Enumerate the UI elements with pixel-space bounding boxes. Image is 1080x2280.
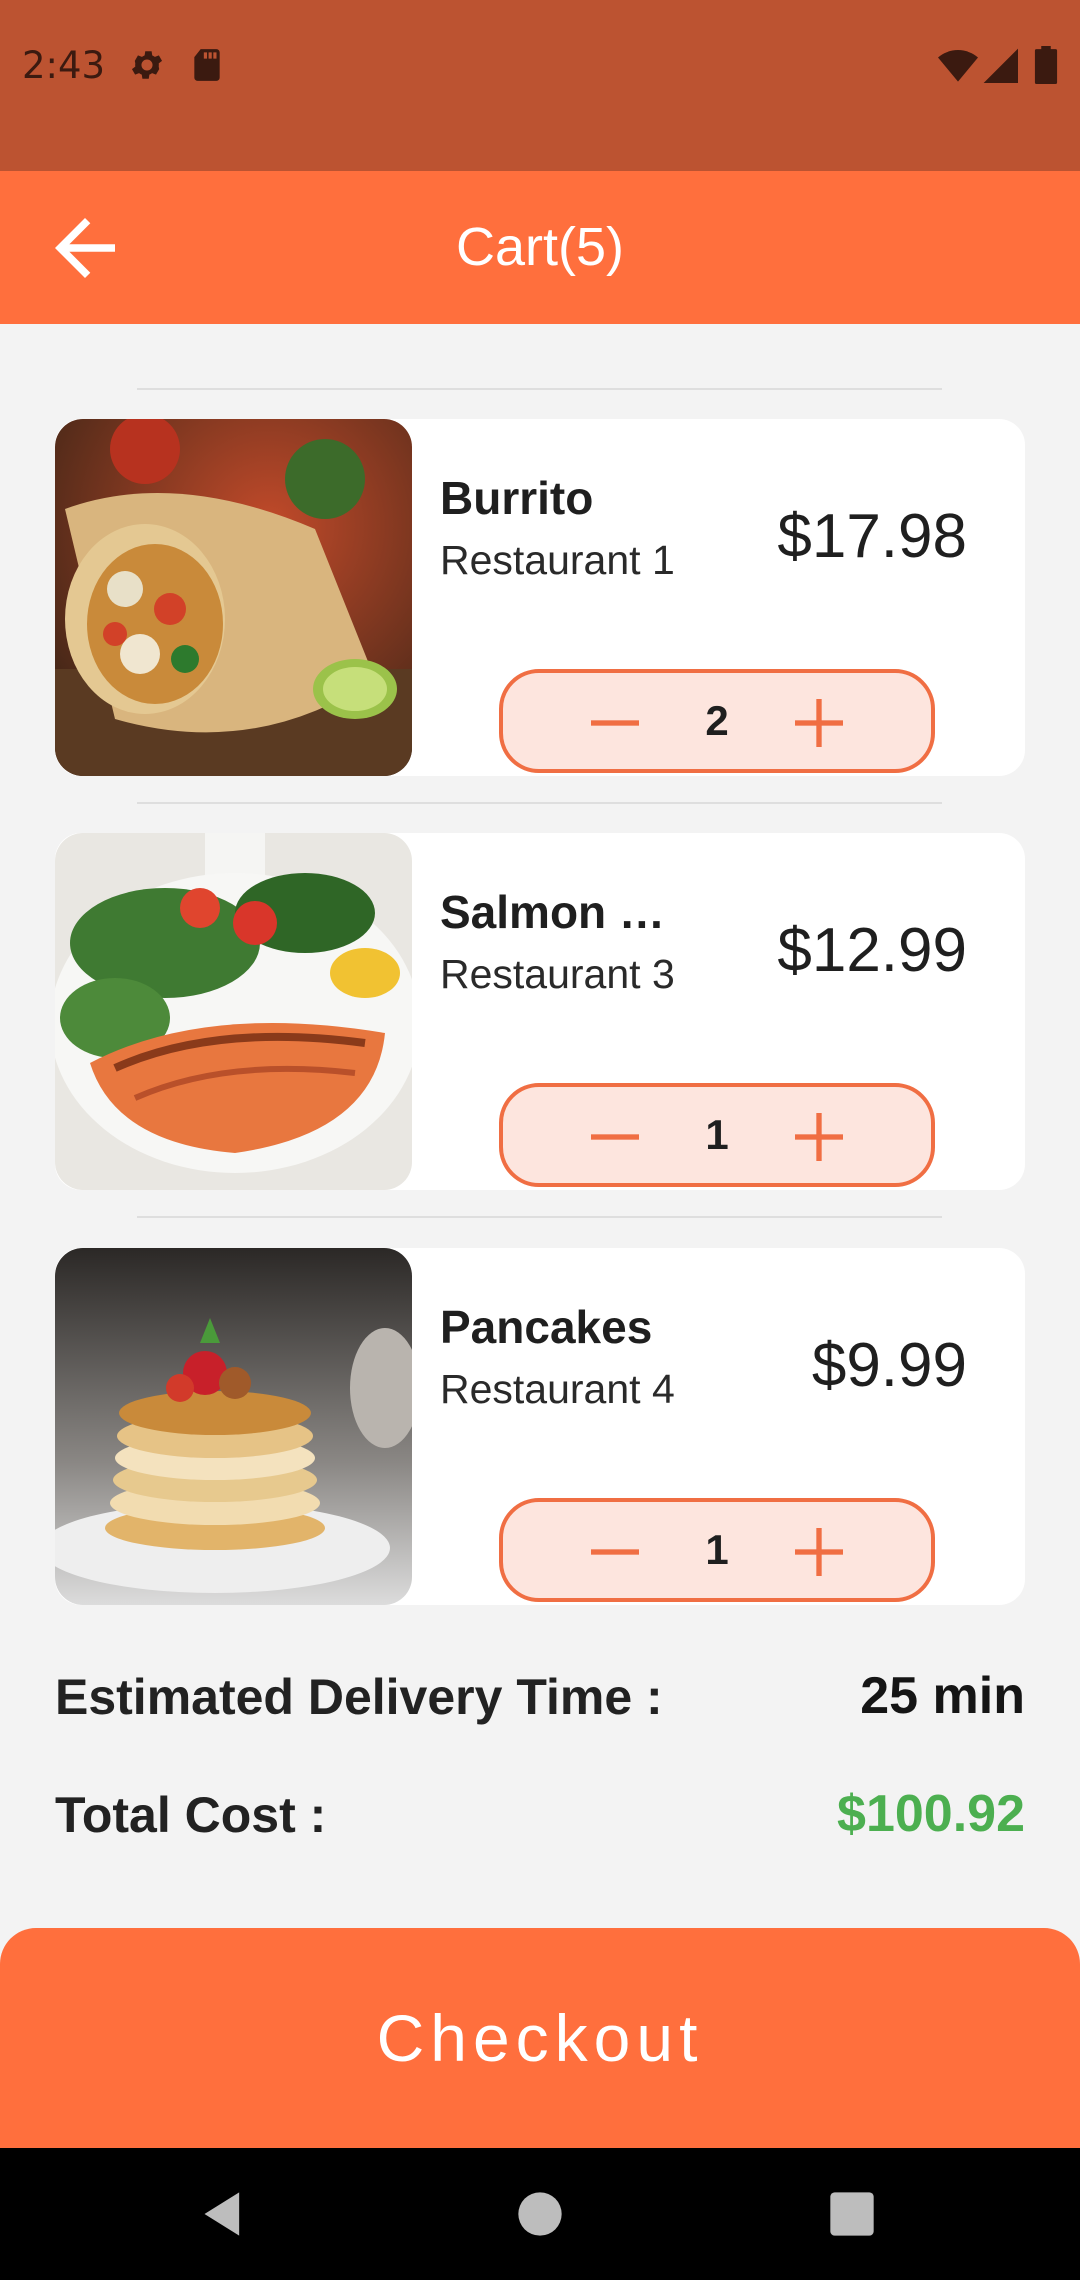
quantity-value: 1	[705, 1111, 729, 1158]
item-price: $12.99	[777, 916, 967, 985]
status-bar: 2:43	[0, 0, 1080, 171]
settings-icon	[131, 51, 163, 79]
nav-back-button[interactable]	[198, 2188, 250, 2240]
cart-item: Burrito Restaurant 1 $17.98 2	[55, 419, 1025, 776]
cart-list[interactable]: Burrito Restaurant 1 $17.98 2 Salmon … R…	[0, 324, 1080, 1624]
increase-button[interactable]	[787, 1520, 851, 1584]
quantity-stepper: 1	[499, 1498, 935, 1602]
quantity-stepper: 1	[499, 1083, 935, 1187]
status-time: 2:43	[22, 44, 106, 87]
cell-signal-icon	[983, 48, 1018, 83]
food-image-salmon	[55, 833, 412, 1190]
item-price: $17.98	[777, 502, 967, 571]
item-restaurant: Restaurant 3	[440, 951, 675, 997]
plus-icon	[795, 1528, 843, 1576]
battery-icon	[1034, 46, 1058, 84]
nav-home-button[interactable]	[514, 2188, 566, 2240]
circle-home-icon	[518, 2192, 562, 2236]
cart-item: Salmon … Restaurant 3 $12.99 1	[55, 833, 1025, 1190]
item-name: Pancakes	[440, 1301, 653, 1353]
nav-recents-button[interactable]	[826, 2188, 878, 2240]
divider	[137, 802, 942, 804]
item-restaurant: Restaurant 4	[440, 1366, 675, 1412]
quantity-value: 2	[705, 697, 729, 744]
total-cost-label: Total Cost :	[55, 1787, 327, 1843]
item-price: $9.99	[811, 1331, 967, 1400]
triangle-back-icon	[204, 2192, 240, 2236]
plus-icon	[795, 699, 843, 747]
divider	[137, 1216, 942, 1218]
item-name: Salmon …	[440, 886, 665, 938]
checkout-button[interactable]: Checkout	[0, 1928, 1080, 2148]
sd-card-icon	[194, 49, 220, 81]
navigation-bar	[0, 2148, 1080, 2280]
app-bar: Cart(5)	[0, 171, 1080, 324]
plus-icon	[795, 1113, 843, 1161]
square-recents-icon	[830, 2192, 874, 2236]
total-cost-value: $100.92	[837, 1785, 1025, 1843]
food-image-burrito	[55, 419, 412, 776]
increase-button[interactable]	[787, 1105, 851, 1169]
wifi-icon	[938, 50, 978, 82]
item-restaurant: Restaurant 1	[440, 537, 675, 583]
divider	[137, 388, 942, 390]
cart-item: Pancakes Restaurant 4 $9.99 1	[55, 1248, 1025, 1605]
delivery-time-label: Estimated Delivery Time :	[55, 1669, 663, 1725]
delivery-time-value: 25 min	[860, 1667, 1025, 1725]
quantity-value: 1	[705, 1526, 729, 1573]
page-title: Cart(5)	[455, 217, 624, 277]
increase-button[interactable]	[787, 691, 851, 755]
quantity-stepper: 2	[499, 669, 935, 773]
food-image-pancakes	[55, 1248, 412, 1605]
item-name: Burrito	[440, 472, 594, 524]
checkout-label: Checkout	[376, 2001, 704, 2075]
